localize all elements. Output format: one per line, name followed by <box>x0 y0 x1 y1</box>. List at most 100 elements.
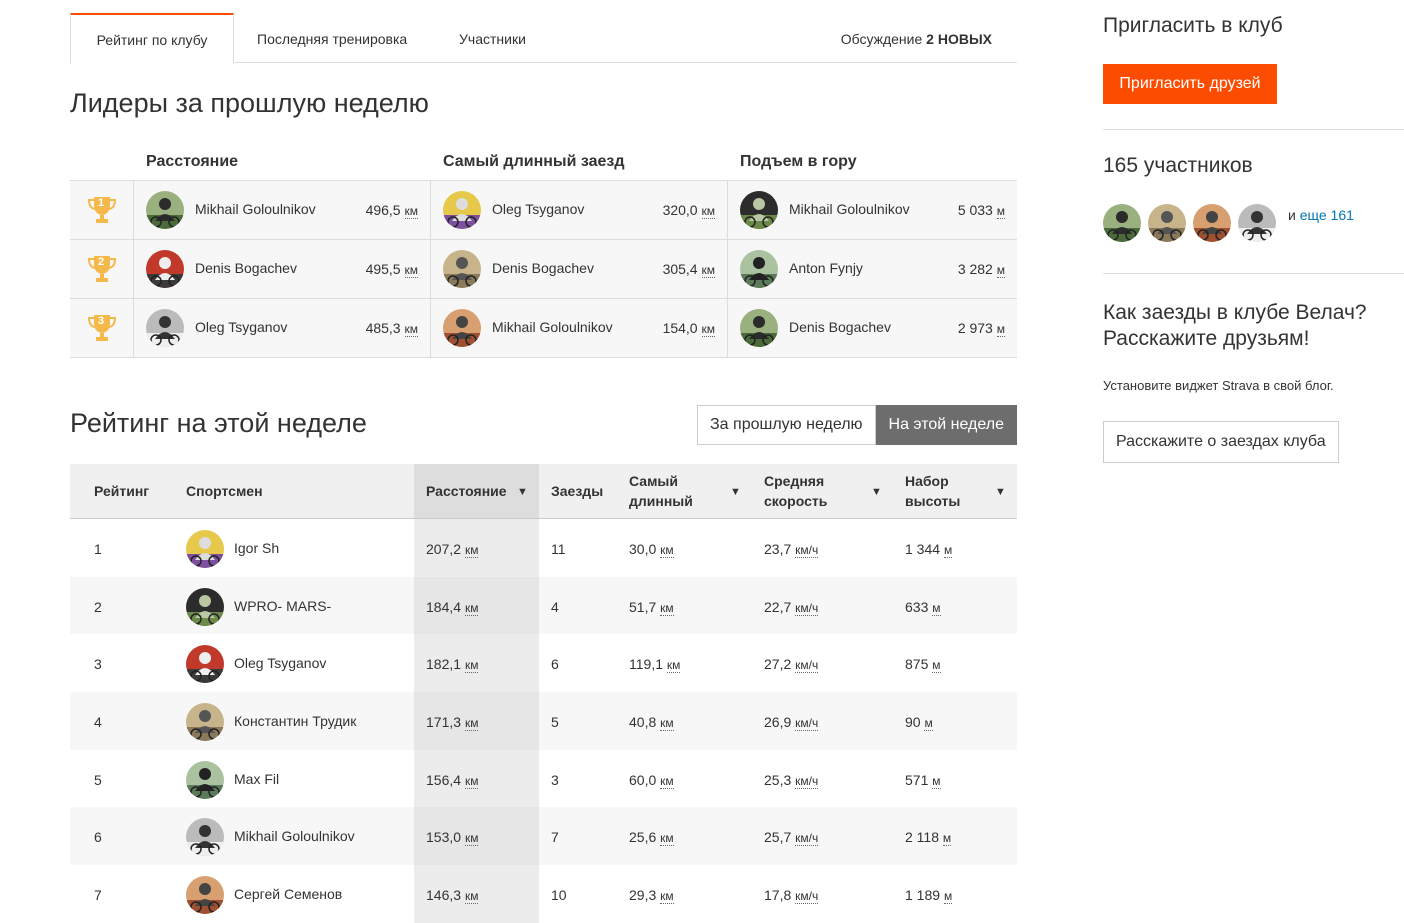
value-number: 154,0 <box>662 320 698 336</box>
value-number: 485,3 <box>365 320 401 336</box>
athlete-name-link[interactable]: Igor Sh <box>234 540 279 556</box>
discussion-new-count: 2 НОВЫХ <box>926 31 992 47</box>
leader-distance-value: 496,5 км <box>365 202 418 219</box>
avatar[interactable] <box>146 309 184 347</box>
toggle-last-week[interactable]: За прошлую неделю <box>697 405 876 445</box>
leader-climb-value: 2 973 м <box>958 320 1005 337</box>
rank-cell: 7 <box>94 887 102 904</box>
unit-label: км <box>464 658 479 674</box>
th-rank: Рейтинг <box>94 483 150 499</box>
avatar[interactable] <box>186 876 224 915</box>
speed-cell: 23,7 км/ч <box>764 541 819 558</box>
members-more: и еще 161 <box>1288 207 1354 223</box>
athlete-name-link[interactable]: Mikhail Goloulnikov <box>195 201 316 217</box>
value-number: 496,5 <box>365 202 401 218</box>
longest-value: 25,6 <box>629 829 657 846</box>
table-row: 4 Константин Трудик 171,3 км 5 40,8 км 26,9 к… <box>70 692 1017 750</box>
avatar[interactable] <box>740 309 778 347</box>
elevation-value: 90 <box>905 714 921 731</box>
th-longest-l1: Самый <box>629 473 678 489</box>
tab-discussion[interactable]: Обсуждение 2 НОВЫХ <box>841 14 992 61</box>
avatar[interactable] <box>740 191 778 229</box>
avatar[interactable] <box>186 818 224 857</box>
speed-value: 22,7 <box>764 598 792 615</box>
th-longest[interactable]: Самый длинный ▼ <box>629 464 744 518</box>
avatar[interactable] <box>186 587 224 626</box>
elevation-cell: 875 м <box>905 656 941 674</box>
athlete-name-link[interactable]: Max Fil <box>234 771 279 787</box>
trophy-icon: 3 <box>70 299 134 357</box>
elevation-cell: 571 м <box>905 772 941 789</box>
unit-label: м <box>932 658 941 674</box>
avatar[interactable] <box>186 760 224 799</box>
athlete-name-link[interactable]: Denis Bogachev <box>195 260 297 276</box>
rides-cell: 5 <box>551 714 559 731</box>
unit-label: км <box>464 831 479 847</box>
athlete-name-link[interactable]: Oleg Tsyganov <box>234 655 326 671</box>
unit-label: м <box>943 543 953 558</box>
trophy-icon: 2 <box>70 240 134 298</box>
rides-cell: 4 <box>551 598 559 615</box>
rank-cell: 4 <box>94 714 102 731</box>
unit-label: км <box>660 716 674 732</box>
avatar[interactable] <box>146 191 184 229</box>
unit-label: км/ч <box>795 600 819 616</box>
speed-cell: 22,7 км/ч <box>764 598 819 616</box>
athlete-name-link[interactable]: Anton Fynjy <box>789 260 863 276</box>
avatar[interactable] <box>186 645 224 684</box>
avatar[interactable] <box>740 250 778 288</box>
toggle-this-week[interactable]: На этой неделе <box>875 405 1017 445</box>
athlete-name-link[interactable]: Mikhail Goloulnikov <box>492 319 613 335</box>
distance-cell: 182,1 км <box>426 656 479 674</box>
avatar[interactable] <box>443 250 481 288</box>
avatar[interactable] <box>146 250 184 288</box>
elevation-value: 2 118 <box>905 829 939 846</box>
leaders-col-climb: Подъем в гору <box>740 153 857 170</box>
invite-friends-button[interactable]: Пригласить друзей <box>1103 64 1277 104</box>
tab-members[interactable]: Участники <box>459 14 526 61</box>
tab-recent-activity[interactable]: Последняя тренировка <box>257 14 407 61</box>
avatar[interactable] <box>443 309 481 347</box>
value-number: 495,5 <box>365 261 401 277</box>
unit-label: км <box>464 543 479 558</box>
elevation-value: 1 189 <box>905 887 941 904</box>
athlete-name-link[interactable]: Denis Bogachev <box>789 319 891 335</box>
athlete-name-link[interactable]: Mikhail Goloulnikov <box>789 201 910 217</box>
rides-cell: 3 <box>551 771 559 788</box>
speed-value: 23,7 <box>764 541 792 557</box>
distance-cell: 207,2 км <box>426 541 479 558</box>
unit-label: км/ч <box>795 543 819 558</box>
avatar[interactable] <box>443 191 481 229</box>
athlete-name-link[interactable]: Константин Трудик <box>234 713 356 729</box>
leaders-table: Расстояние Самый длинный заезд Подъем в … <box>70 150 1017 358</box>
athlete-name-link[interactable]: Сергей Семенов <box>234 886 342 902</box>
th-distance[interactable]: Расстояние ▼ <box>414 464 539 518</box>
avatar[interactable] <box>186 703 224 742</box>
member-avatar[interactable] <box>1148 204 1186 242</box>
ranking-header: Рейтинг Спортсмен Расстояние ▼ Заезды Са… <box>70 464 1017 519</box>
th-speed[interactable]: Средняя скорость ▼ <box>764 464 884 518</box>
members-more-link[interactable]: еще 161 <box>1300 207 1354 223</box>
athlete-name-link[interactable]: Oleg Tsyganov <box>492 201 584 217</box>
member-avatar[interactable] <box>1238 204 1276 242</box>
athlete-name-link[interactable]: WPRO- MARS- <box>234 598 331 614</box>
th-athlete: Спортсмен <box>186 483 263 499</box>
member-avatar[interactable] <box>1103 204 1141 242</box>
divider <box>1103 273 1404 274</box>
leaders-header: Расстояние Самый длинный заезд Подъем в … <box>70 150 1017 180</box>
th-speed-l1: Средняя <box>764 473 825 489</box>
athlete-name-link[interactable]: Oleg Tsyganov <box>195 319 287 335</box>
member-avatar[interactable] <box>1193 204 1231 242</box>
share-club-button[interactable]: Расскажите о заездах клуба <box>1103 421 1339 463</box>
distance-value: 156,4 <box>426 771 462 788</box>
unit-label: км/ч <box>795 658 819 674</box>
tab-club-leaderboard[interactable]: Рейтинг по клубу <box>70 13 234 64</box>
share-title-line1: Как заезды в клубе Велач? <box>1103 301 1367 324</box>
avatar[interactable] <box>186 530 224 568</box>
unit-label: м <box>943 889 953 905</box>
th-elevation[interactable]: Набор высоты ▼ <box>905 464 1007 518</box>
athlete-name-link[interactable]: Mikhail Goloulnikov <box>234 828 355 844</box>
elevation-cell: 633 м <box>905 599 941 616</box>
athlete-name-link[interactable]: Denis Bogachev <box>492 260 594 276</box>
value-number: 305,4 <box>662 261 698 277</box>
